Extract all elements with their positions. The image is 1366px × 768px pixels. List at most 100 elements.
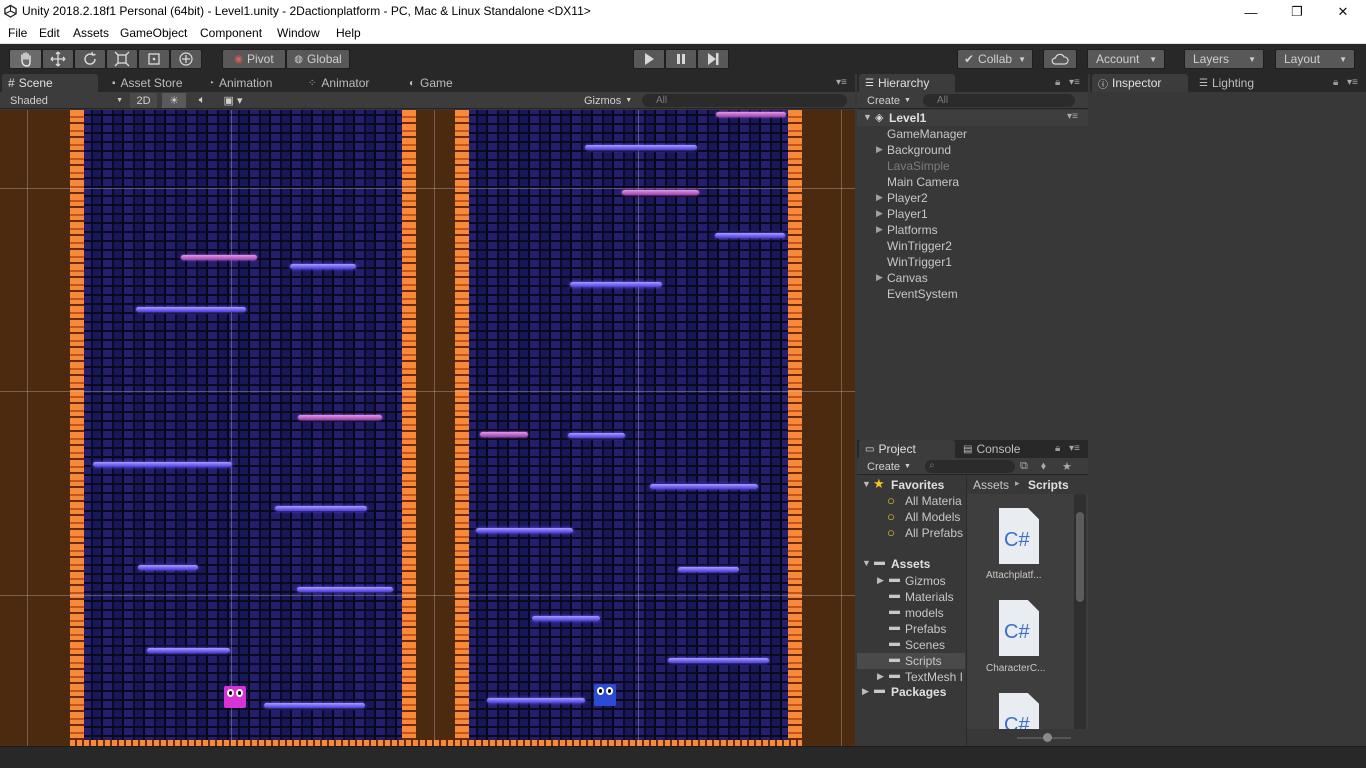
folder-item[interactable]: ▬ Prefabs	[857, 621, 965, 637]
menu-assets[interactable]: Assets	[73, 26, 109, 40]
expand-arrow-icon[interactable]: ▶	[862, 686, 869, 697]
tab-game[interactable]: ◐ Game	[403, 74, 499, 92]
menu-help[interactable]: Help	[336, 26, 361, 40]
expand-arrow-icon[interactable]: ▶	[876, 224, 883, 235]
platform[interactable]	[532, 616, 600, 621]
platform[interactable]	[487, 698, 585, 703]
tab-console[interactable]: ▤ Console	[957, 440, 1053, 458]
folder-item[interactable]: ▬ models	[857, 605, 965, 621]
rect-tool-button[interactable]	[138, 49, 170, 69]
folder-item[interactable]: ▶ ▬ Gizmos	[857, 573, 965, 589]
csharp-file-icon[interactable]: C#	[999, 508, 1039, 564]
expand-arrow-icon[interactable]: ▶	[877, 575, 884, 586]
menu-component[interactable]: Component	[200, 26, 262, 40]
expand-arrow-icon[interactable]: ▶	[877, 671, 884, 682]
hierarchy-item[interactable]: ▶ Background	[857, 142, 1088, 158]
scene-menu-icon[interactable]: ▾≡	[1067, 111, 1078, 122]
csharp-file-icon[interactable]: C#	[999, 600, 1039, 656]
scene-root-row[interactable]: ▼ ◈ Level1 ▾≡	[857, 110, 1088, 126]
pause-button[interactable]	[665, 49, 697, 69]
maximize-button[interactable]: ❐	[1274, 0, 1320, 24]
gizmos-dropdown[interactable]: Gizmos ▼	[584, 93, 636, 108]
hierarchy-item[interactable]: ▶ Player2	[857, 190, 1088, 206]
platform[interactable]	[136, 307, 246, 312]
hierarchy-item[interactable]: LavaSimple	[857, 158, 1088, 174]
favorite-item[interactable]: All Materia	[905, 494, 962, 508]
folder-item[interactable]: ▶ ▬ TextMesh I	[857, 669, 965, 685]
layout-dropdown[interactable]: Layout ▼	[1275, 49, 1355, 69]
audio-toggle[interactable]: 🔈︎	[190, 93, 214, 108]
file-name[interactable]: Attachplatf...	[986, 570, 1042, 581]
tab-asset-store[interactable]: ▪ Asset Store	[106, 74, 202, 92]
tab-hierarchy[interactable]: ☰ Hierarchy	[859, 74, 955, 92]
tab-animation[interactable]: ◔ Animation	[202, 74, 298, 92]
favorites-label[interactable]: Favorites	[891, 478, 944, 492]
player2-sprite[interactable]	[594, 684, 616, 706]
assets-root[interactable]: Assets	[891, 557, 930, 571]
platform[interactable]	[568, 433, 625, 438]
hierarchy-item[interactable]: ▶ Canvas	[857, 270, 1088, 286]
slider-thumb[interactable]	[1043, 733, 1052, 742]
project-create-dropdown[interactable]: Create ▼	[867, 459, 917, 474]
hierarchy-item[interactable]: WinTrigger2	[857, 238, 1088, 254]
account-dropdown[interactable]: Account ▼	[1087, 49, 1165, 69]
global-button[interactable]: ◍ Global	[286, 49, 350, 69]
play-button[interactable]	[633, 49, 665, 69]
platform[interactable]	[678, 567, 739, 572]
favorite-item[interactable]: All Prefabs	[905, 526, 963, 540]
panel-menu-icon[interactable]: ▾≡	[1347, 77, 1358, 88]
expand-arrow-icon[interactable]: ▼	[863, 112, 872, 122]
scene-search-input[interactable]: All	[642, 94, 847, 107]
scale-tool-button[interactable]	[106, 49, 138, 69]
expand-arrow-icon[interactable]: ▼	[862, 479, 871, 489]
layers-dropdown[interactable]: Layers ▼	[1184, 49, 1264, 69]
player1-sprite[interactable]	[224, 686, 246, 708]
hierarchy-item[interactable]: ▶ Platforms	[857, 222, 1088, 238]
hierarchy-item[interactable]: GameManager	[857, 126, 1088, 142]
pivot-button[interactable]: ◉ Pivot	[222, 49, 286, 69]
close-button[interactable]: ✕	[1320, 0, 1366, 24]
hierarchy-item[interactable]: WinTrigger1	[857, 254, 1088, 270]
hierarchy-search-input[interactable]: All	[923, 94, 1075, 107]
lighting-toggle[interactable]: ☀	[162, 93, 186, 108]
file-name[interactable]: CharacterC...	[986, 663, 1045, 674]
expand-arrow-icon[interactable]: ▶	[876, 208, 883, 219]
scene-view[interactable]	[0, 110, 855, 746]
effects-dropdown[interactable]: ▣ ▾	[218, 93, 248, 108]
step-button[interactable]	[697, 49, 729, 69]
platform[interactable]	[264, 703, 365, 708]
platform[interactable]	[275, 506, 367, 511]
platform[interactable]	[622, 190, 699, 195]
platform[interactable]	[476, 528, 573, 533]
platform[interactable]	[668, 658, 769, 663]
project-search-input[interactable]: ⌕	[925, 460, 1015, 473]
folder-item[interactable]: ▬ Scripts	[857, 653, 965, 669]
platform[interactable]	[570, 282, 662, 287]
tab-inspector[interactable]: ⓘ Inspector	[1092, 74, 1188, 92]
breadcrumb-current[interactable]: Scripts	[1028, 478, 1069, 492]
expand-arrow-icon[interactable]: ▶	[876, 144, 883, 155]
hierarchy-create-dropdown[interactable]: Create ▼	[867, 93, 917, 108]
platform[interactable]	[138, 565, 198, 570]
tab-lighting[interactable]: ☰ Lighting	[1193, 74, 1289, 92]
filter-type-icon[interactable]: ⧉	[1020, 459, 1036, 474]
2d-toggle[interactable]: 2D	[130, 93, 157, 108]
lock-icon[interactable]: 🔒︎	[1055, 443, 1060, 454]
shading-mode-dropdown[interactable]: Shaded ▼	[10, 93, 125, 108]
hierarchy-item[interactable]: ▶ Player1	[857, 206, 1088, 222]
tab-animator[interactable]: ⁘ Animator	[302, 74, 398, 92]
filter-label-icon[interactable]: ⬧	[1041, 459, 1057, 474]
hierarchy-item[interactable]: Main Camera	[857, 174, 1088, 190]
platform[interactable]	[480, 432, 528, 437]
expand-arrow-icon[interactable]: ▶	[876, 272, 883, 283]
platform[interactable]	[93, 462, 232, 467]
vertical-scrollbar[interactable]	[1074, 494, 1086, 729]
folder-item[interactable]: ▬ Materials	[857, 589, 965, 605]
collab-dropdown[interactable]: ✔ Collab ▼	[957, 49, 1033, 69]
lock-icon[interactable]: 🔒︎	[1055, 77, 1060, 88]
breadcrumb-root[interactable]: Assets	[973, 478, 1009, 492]
lock-icon[interactable]: 🔒︎	[1333, 77, 1338, 88]
platform[interactable]	[147, 648, 230, 653]
platform[interactable]	[715, 233, 785, 238]
expand-arrow-icon[interactable]: ▶	[876, 192, 883, 203]
